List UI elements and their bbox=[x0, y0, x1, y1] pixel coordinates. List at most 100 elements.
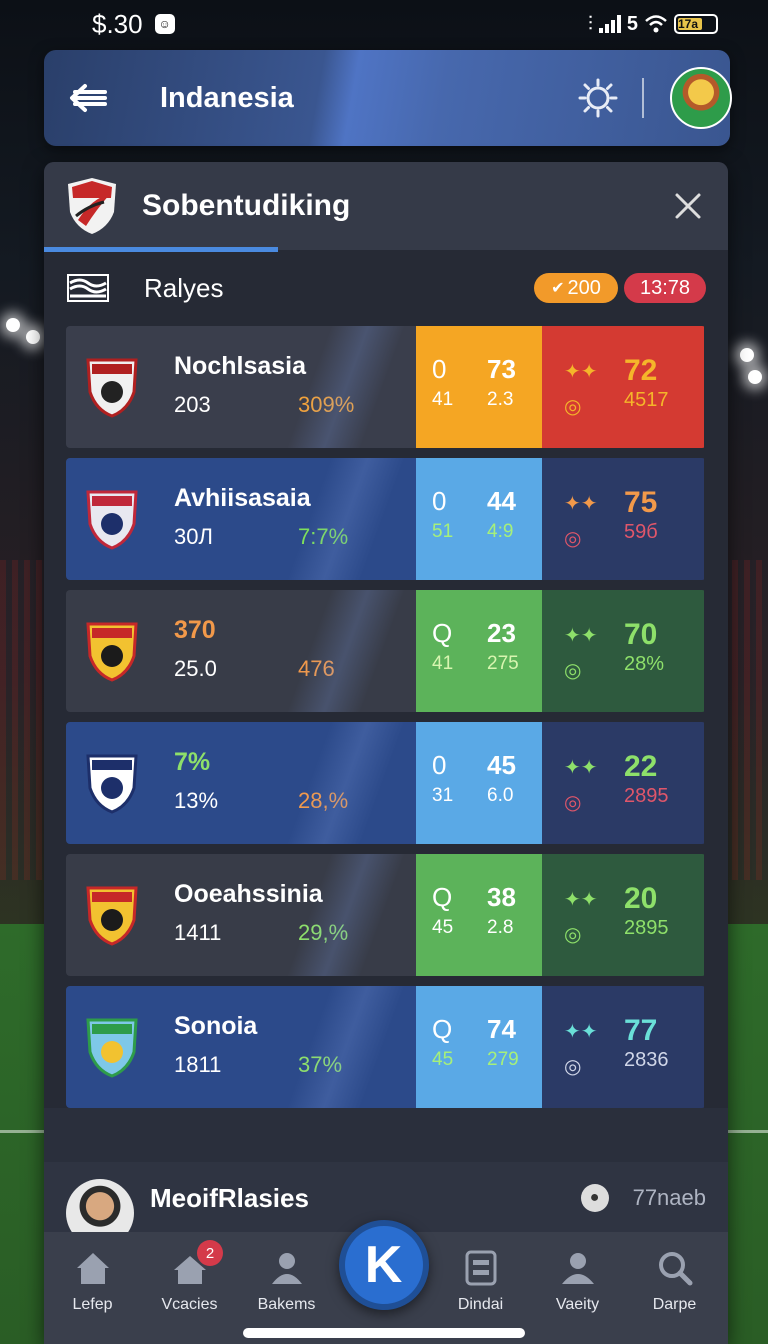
score-sub: 41 bbox=[432, 389, 454, 410]
score-value: 38 bbox=[487, 882, 516, 912]
panel-title: Sobentudiking bbox=[142, 189, 351, 222]
ball-icon: ◎ bbox=[564, 1056, 582, 1078]
stars-icon: ✦✦ bbox=[564, 625, 598, 647]
rating-block: ✦✦ 70 ◎ 28% bbox=[542, 590, 704, 712]
top-app-bar: Indanesia bbox=[44, 50, 732, 146]
settings-button[interactable] bbox=[574, 74, 622, 122]
nav-item-center[interactable]: K bbox=[335, 1220, 432, 1310]
team-percent: 476 bbox=[298, 656, 335, 681]
rating-block: ✦✦ 20 ◎ 2895 bbox=[542, 854, 704, 976]
nav-item-matches[interactable]: 2 Vcacies bbox=[141, 1240, 238, 1314]
network-type: 5 bbox=[626, 12, 638, 35]
user-icon bbox=[561, 1253, 594, 1284]
stars-icon: ✦✦ bbox=[564, 361, 598, 383]
nav-item-home[interactable]: Lefep bbox=[44, 1248, 141, 1314]
battery-icon: 17a bbox=[674, 14, 718, 34]
center-action-button[interactable]: K bbox=[338, 1220, 429, 1310]
team-crest-icon bbox=[86, 886, 138, 946]
rating-value: 22 bbox=[624, 750, 658, 783]
team-name: 370 bbox=[174, 616, 216, 644]
score-value: 0 bbox=[432, 354, 447, 384]
stadium-light bbox=[6, 318, 20, 332]
ball-icon: ◎ bbox=[564, 396, 582, 418]
team-stat: 1411 bbox=[174, 920, 222, 945]
ball-icon: ◎ bbox=[564, 660, 582, 682]
team-row[interactable]: Ooeahssinia 1411 29,% Q 38 45 2.8 ✦✦ 20 … bbox=[66, 854, 706, 976]
home-icon bbox=[76, 1253, 109, 1284]
team-name: Avhiisasaia bbox=[174, 484, 311, 512]
gear-icon bbox=[578, 78, 618, 118]
status-time: $.30 bbox=[92, 8, 143, 39]
status-icons: ⫶ 5 17a bbox=[588, 13, 718, 36]
player-name: MeoifRlasies bbox=[150, 1182, 309, 1213]
rating-block: ✦✦ 72 ◎ 4517 bbox=[542, 326, 704, 448]
rating-block: ✦✦ 75 ◎ 59б bbox=[542, 458, 704, 580]
ball-icon: ◎ bbox=[564, 792, 582, 814]
user-avatar[interactable] bbox=[670, 67, 732, 129]
team-name: 7% bbox=[174, 748, 211, 776]
rating-block: ✦✦ 77 ◎ 2836 bbox=[542, 986, 704, 1108]
nav-item-stats[interactable]: Dindai bbox=[432, 1248, 529, 1314]
ball-icon: ◎ bbox=[564, 528, 582, 550]
team-info: 7% 13% 28,% bbox=[66, 722, 416, 844]
close-button[interactable] bbox=[668, 186, 708, 226]
team-stat: 203 bbox=[174, 392, 211, 417]
score-value: 44 bbox=[487, 486, 516, 516]
score-block: 0 44 51 4:9 bbox=[416, 458, 542, 580]
team-name: Ooeahssinia bbox=[174, 880, 323, 908]
back-button[interactable] bbox=[64, 74, 112, 122]
stars-icon: ✦✦ bbox=[564, 493, 598, 515]
nav-item-players[interactable]: Bakems bbox=[238, 1248, 335, 1314]
nav-item-profile[interactable]: Vaeity bbox=[529, 1248, 626, 1314]
team-crest-icon bbox=[86, 490, 138, 550]
team-row[interactable]: 7% 13% 28,% 0 45 31 6.0 ✦✦ 22 ◎ 2895 bbox=[66, 722, 706, 844]
team-row[interactable]: Avhiisasaia 30Л 7:7% 0 44 51 4:9 ✦✦ 75 ◎… bbox=[66, 458, 706, 580]
stadium-light bbox=[748, 370, 762, 384]
time-badge: 13:78 bbox=[624, 273, 706, 303]
signal-icon bbox=[598, 15, 621, 33]
team-stat: 30Л bbox=[174, 524, 213, 549]
team-row[interactable]: Sonoia 1811 37% Q 74 45 279 ✦✦ 77 ◎ 2836 bbox=[66, 986, 706, 1108]
team-row[interactable]: Nochlsasia 203 309% 0 73 41 2.3 ✦✦ 72 ◎ … bbox=[66, 326, 706, 448]
team-stat: 13% bbox=[174, 788, 219, 813]
score-sub: 45 bbox=[432, 1049, 454, 1070]
panel-header: Sobentudiking bbox=[44, 162, 728, 252]
rating-block: ✦✦ 22 ◎ 2895 bbox=[542, 722, 704, 844]
nav-label: Lefep bbox=[72, 1296, 113, 1313]
active-tab-indicator bbox=[44, 247, 278, 252]
team-info: Nochlsasia 203 309% bbox=[66, 326, 416, 448]
score-sub: 31 bbox=[432, 785, 454, 806]
rating-sub: 2836 bbox=[624, 1049, 669, 1071]
rating-sub: 59б bbox=[624, 521, 658, 543]
score-block: 0 73 41 2.3 bbox=[416, 326, 542, 448]
document-icon bbox=[465, 1250, 496, 1286]
score-value: 23 bbox=[487, 618, 516, 648]
nav-item-search[interactable]: Darpe bbox=[626, 1248, 723, 1314]
score-block: Q 38 45 2.8 bbox=[416, 854, 542, 976]
team-row[interactable]: 370 25.0 476 Q 23 41 275 ✦✦ 70 ◎ 28% bbox=[66, 590, 706, 712]
flag-icon bbox=[67, 274, 109, 302]
nav-label: Bakems bbox=[257, 1296, 316, 1313]
home-indicator[interactable] bbox=[243, 1328, 525, 1338]
section-title: Ralyes bbox=[144, 272, 224, 303]
team-percent: 7:7% bbox=[298, 524, 349, 549]
team-crest-icon bbox=[86, 358, 138, 418]
rating-sub: 2895 bbox=[624, 917, 669, 939]
stadium-light bbox=[740, 348, 754, 362]
team-crest-icon bbox=[86, 1018, 138, 1078]
ball-icon: ◎ bbox=[564, 924, 582, 946]
player-meta: 77naeb bbox=[632, 1185, 706, 1210]
team-crest-icon bbox=[86, 622, 138, 682]
team-info: Ooeahssinia 1411 29,% bbox=[66, 854, 416, 976]
team-percent: 29,% bbox=[298, 920, 349, 945]
status-bar: $.30 ☺ ⫶ 5 17a bbox=[0, 0, 768, 48]
main-panel: Sobentudiking Ralyes ✔ 200 13:78 Nochlsa… bbox=[44, 162, 728, 1344]
chat-icon[interactable]: ● bbox=[580, 1184, 609, 1212]
nav-label: Vaeity bbox=[555, 1296, 600, 1313]
score-sub: 2.3 bbox=[487, 389, 514, 410]
rating-value: 20 bbox=[624, 882, 658, 915]
wifi-icon bbox=[645, 15, 667, 33]
rating-value: 70 bbox=[624, 618, 658, 651]
team-list: Nochlsasia 203 309% 0 73 41 2.3 ✦✦ 72 ◎ … bbox=[44, 326, 728, 1108]
rating-value: 72 bbox=[624, 354, 658, 387]
